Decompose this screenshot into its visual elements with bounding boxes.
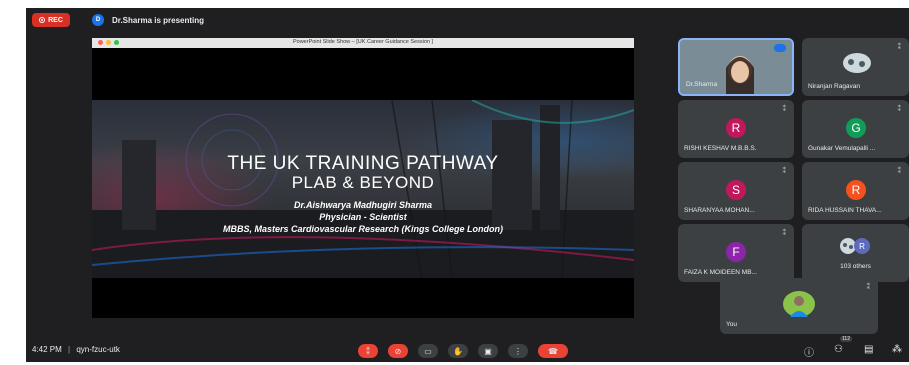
- others-avatar: R: [854, 238, 870, 254]
- meet-window: REC D Dr.Sharma is presenting PowerPoint…: [26, 8, 909, 362]
- participant-avatar: S: [726, 180, 746, 200]
- participant-tile-sharanyaa[interactable]: ⁑ S SHARANYAA MOHAN...: [678, 162, 794, 220]
- leave-call-button[interactable]: ☎: [538, 344, 568, 358]
- present-icon: ▣: [484, 346, 492, 356]
- speaking-indicator-icon: [774, 44, 786, 52]
- participant-tile-rishi[interactable]: ⁑ R RISHI KESHAV M.B.B.S.: [678, 100, 794, 158]
- participant-avatar: R: [846, 180, 866, 200]
- top-bar: REC D Dr.Sharma is presenting: [26, 8, 909, 32]
- slide-role: Physician - Scientist: [319, 212, 407, 222]
- participant-name: Niranjan Ragavan: [808, 83, 861, 90]
- participant-tile-rida[interactable]: ⁑ R RIDA HUSSAIN THAVA...: [802, 162, 909, 220]
- recording-label: REC: [48, 16, 63, 24]
- presenter-text: Dr.Sharma is presenting: [112, 15, 205, 25]
- meeting-code: qyn-fzuc-utk: [76, 345, 120, 354]
- others-tile[interactable]: R 103 others: [802, 224, 909, 282]
- mic-off-icon: ⁑: [782, 230, 787, 237]
- people-icon[interactable]: ⚇: [834, 344, 843, 355]
- participant-avatar: R: [726, 118, 746, 138]
- more-options-button[interactable]: ⋮: [508, 344, 528, 358]
- captions-button[interactable]: ▭: [418, 344, 438, 358]
- participant-name: RIDA HUSSAIN THAVA...: [808, 207, 882, 214]
- window-titlebar: PowerPoint Slide Show – [UK Career Guida…: [92, 38, 634, 48]
- window-title: PowerPoint Slide Show – [UK Career Guida…: [292, 39, 434, 45]
- camera-button[interactable]: ⊘: [388, 344, 408, 358]
- participant-name: SHARANYAA MOHAN...: [684, 207, 755, 214]
- people-count-badge: 112: [840, 336, 852, 342]
- self-label: You: [726, 321, 737, 328]
- activities-icon[interactable]: ⁂: [892, 344, 902, 355]
- clock: 4:42 PM: [32, 345, 62, 354]
- self-avatar: [783, 291, 815, 317]
- microphone-button[interactable]: ⁑: [358, 344, 378, 358]
- record-icon: [39, 17, 46, 23]
- more-icon: ⋮: [514, 346, 522, 356]
- mic-off-icon: ⁑: [782, 168, 787, 175]
- presenting-indicator: D Dr.Sharma is presenting: [92, 14, 204, 26]
- camera-off-icon: ⊘: [394, 346, 402, 356]
- participant-tile-gunakar[interactable]: ⁑ G Gunakar Vemulapalli ...: [802, 100, 909, 158]
- participant-tile-sharma[interactable]: Dr.Sharma: [678, 38, 794, 96]
- recording-badge[interactable]: REC: [32, 13, 70, 27]
- mic-off-icon: ⁑: [897, 168, 902, 175]
- slide-title-line2: PLAB & BEYOND: [291, 173, 435, 192]
- present-button[interactable]: ▣: [478, 344, 498, 358]
- mic-off-icon: ⁑: [897, 44, 902, 51]
- raise-hand-icon: ✋: [453, 346, 463, 356]
- participant-avatar: G: [846, 118, 866, 138]
- info-icon[interactable]: ⓘ: [804, 344, 814, 359]
- mic-off-icon: ⁑: [866, 284, 871, 291]
- participant-tile-faiza[interactable]: ⁑ F FAIZA K MOIDEEN MB...: [678, 224, 794, 282]
- self-tile[interactable]: ⁑ You: [720, 278, 878, 334]
- slide-credentials: MBBS, Masters Cardiovascular Research (K…: [222, 224, 504, 234]
- others-label: 103 others: [840, 263, 871, 270]
- shared-screen: PowerPoint Slide Show – [UK Career Guida…: [92, 38, 634, 318]
- mic-off-icon: ⁑: [897, 106, 902, 113]
- slide-title-line1: THE UK TRAINING PATHWAY: [227, 153, 499, 174]
- meeting-status: 4:42 PM | qyn-fzuc-utk: [32, 345, 120, 354]
- chat-icon[interactable]: ▤: [864, 344, 873, 355]
- participant-name: FAIZA K MOIDEEN MB...: [684, 269, 757, 276]
- raise-hand-button[interactable]: ✋: [448, 344, 468, 358]
- participant-tile-niranjan[interactable]: ⁑ Niranjan Ragavan: [802, 38, 909, 96]
- presenter-avatar: D: [92, 14, 104, 26]
- screenshot: REC D Dr.Sharma is presenting PowerPoint…: [0, 0, 909, 365]
- participant-photo: [843, 53, 871, 73]
- captions-icon: ▭: [424, 346, 432, 356]
- end-call-icon: ☎: [548, 346, 558, 356]
- slide-presenter-name: Dr.Aishwarya Madhugiri Sharma: [293, 200, 433, 210]
- participant-name: RISHI KESHAV M.B.B.S.: [684, 145, 757, 152]
- participant-name: Dr.Sharma: [686, 81, 718, 88]
- slide: THE UK TRAINING PATHWAY PLAB & BEYOND Dr…: [92, 100, 634, 278]
- mic-off-icon: ⁑: [366, 346, 370, 356]
- participant-avatar: F: [726, 242, 746, 262]
- participant-name: Gunakar Vemulapalli ...: [808, 145, 876, 152]
- mic-off-icon: ⁑: [782, 106, 787, 113]
